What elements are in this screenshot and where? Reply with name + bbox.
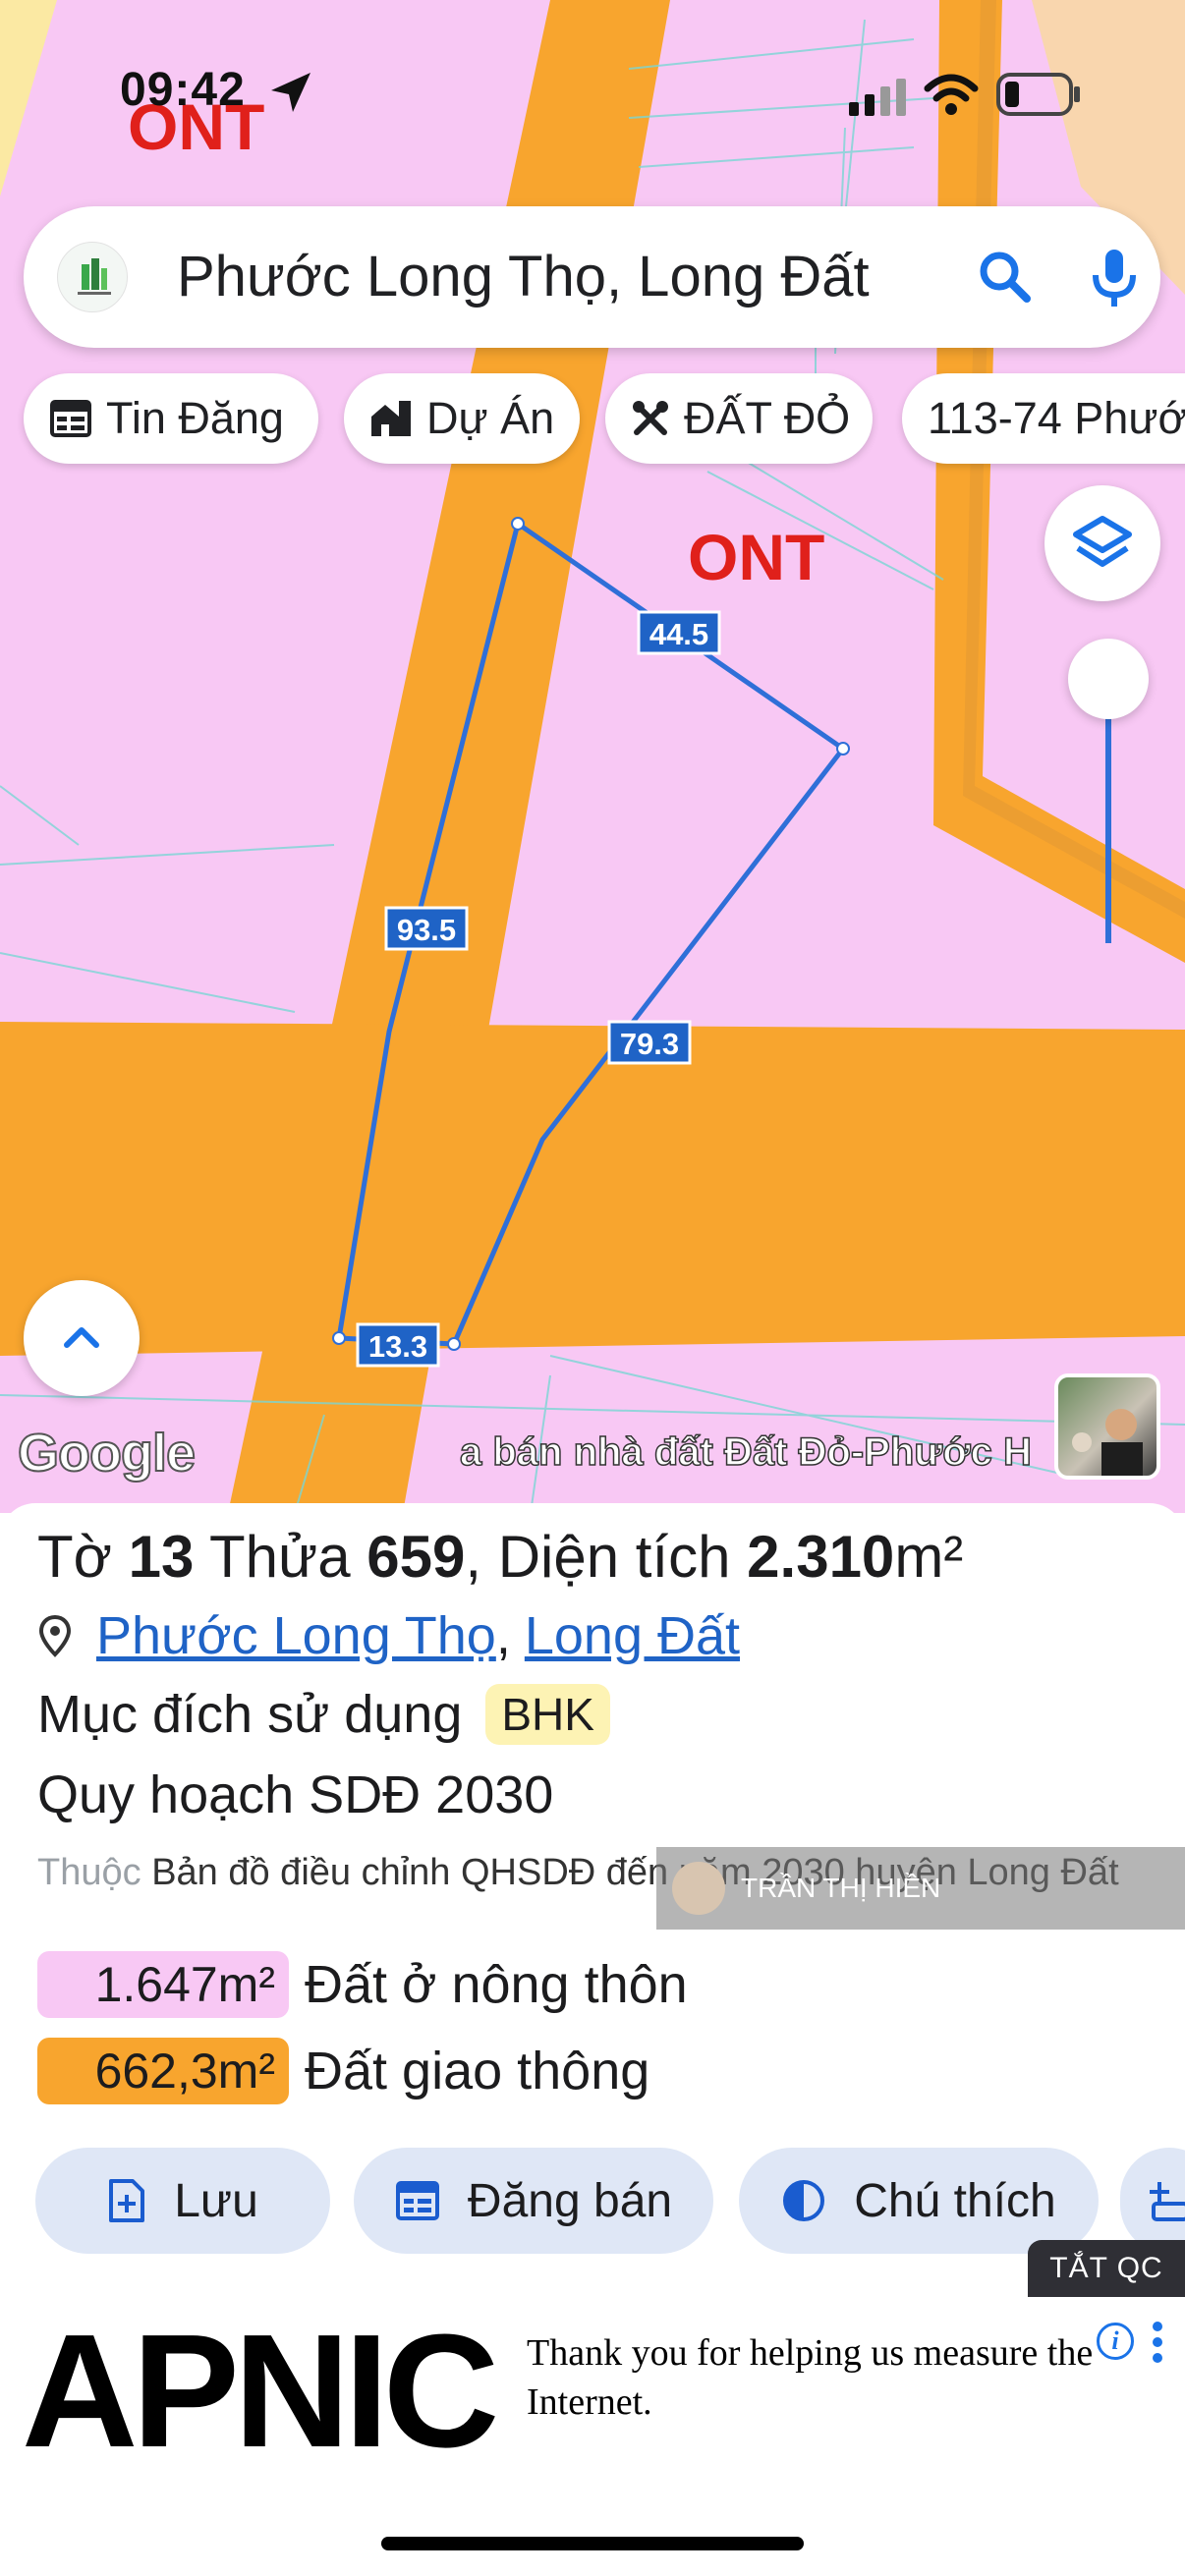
purpose-row: Mục đích sử dụng BHK xyxy=(37,1684,610,1745)
parcel-title: Tờ 13 Thửa 659, Diện tích 2.310m² xyxy=(37,1523,963,1591)
chip-dat-do[interactable]: ĐẤT ĐỎ xyxy=(605,373,873,464)
ad-text: Thank you for helping us measure the Int… xyxy=(527,2332,1094,2423)
location-pin-icon xyxy=(38,1614,72,1657)
chevron-up-icon xyxy=(64,1327,99,1348)
measurement-label: 44.5 xyxy=(637,610,721,655)
action-label: Chú thích xyxy=(854,2174,1056,2227)
legend-icon xyxy=(783,2180,825,2221)
sheet-number: 13 xyxy=(128,1524,195,1590)
ad-banner[interactable]: APNIC Thank you for helping us measure t… xyxy=(0,2309,1185,2472)
signal-icon xyxy=(849,79,906,116)
watermark-text: TRẦN THỊ HIỀN xyxy=(741,1873,941,1903)
plan-title: Quy hoạch SDĐ 2030 xyxy=(37,1765,554,1824)
wifi-icon xyxy=(924,74,979,115)
action-bar: Lưu Đăng bán Chú thích xyxy=(0,2148,1185,2256)
search-icon[interactable] xyxy=(970,242,1041,312)
location-separator: , xyxy=(495,1606,511,1665)
chip-address[interactable]: 113-74 Phước xyxy=(902,373,1185,464)
area-row-residential: 1.647m² Đất ở nông thôn xyxy=(37,1951,688,2018)
google-logo: Google xyxy=(17,1423,197,1484)
area-row-road: 662,3m² Đất giao thông xyxy=(37,2038,649,2104)
svg-text:13.3: 13.3 xyxy=(368,1329,427,1364)
post-sale-button[interactable]: Đăng bán xyxy=(354,2148,713,2254)
parcel-info-panel: Tờ 13 Thửa 659, Diện tích 2.310m² Phước … xyxy=(0,1503,1185,2309)
watermark: TRẦN THỊ HIỀN xyxy=(656,1847,1185,1930)
opacity-slider-handle[interactable] xyxy=(1068,639,1149,719)
project-icon xyxy=(371,401,411,436)
ticker-text: a bán nhà đất Đất Đỏ-Phước H xyxy=(460,1430,1033,1475)
area-label: , Diện tích xyxy=(465,1524,731,1590)
legend-button[interactable]: Chú thích xyxy=(739,2148,1099,2254)
chip-label: Dự Án xyxy=(426,393,555,443)
home-indicator[interactable] xyxy=(381,2537,804,2550)
status-time: 09:42 xyxy=(120,64,246,116)
area-value-chip: 662,3m² xyxy=(37,2038,289,2104)
area-value: 2.310 xyxy=(747,1524,895,1590)
purpose-label: Mục đích sử dụng xyxy=(37,1685,463,1744)
tools-icon xyxy=(633,401,668,435)
layers-icon xyxy=(1073,516,1132,567)
app-logo-icon[interactable] xyxy=(57,242,128,312)
area-value-chip: 1.647m² xyxy=(37,1951,289,2018)
chip-label: 113-74 Phước xyxy=(928,393,1185,443)
title-prefix: Tờ xyxy=(37,1524,112,1590)
action-label: Lưu xyxy=(174,2174,258,2227)
microphone-icon[interactable] xyxy=(1079,242,1150,312)
ad-info-icon[interactable]: i xyxy=(1097,2323,1134,2360)
close-ad-button[interactable]: TẮT QC xyxy=(1028,2240,1185,2297)
measurement-label: 79.3 xyxy=(607,1020,692,1065)
save-icon xyxy=(109,2179,145,2222)
ad-menu-icon[interactable] xyxy=(1152,2321,1163,2364)
listing-icon xyxy=(50,400,91,437)
post-icon xyxy=(395,2181,439,2220)
plot-label: Thửa xyxy=(209,1524,351,1590)
add-icon xyxy=(1150,2182,1185,2221)
chip-label: Tin Đăng xyxy=(106,393,284,443)
map-view[interactable]: ONT ONT 44.5 93.5 79.3 13.3 09:42 Phước … xyxy=(0,0,1185,1513)
plot-number: 659 xyxy=(367,1524,466,1590)
svg-text:79.3: 79.3 xyxy=(620,1027,679,1061)
save-button[interactable]: Lưu xyxy=(35,2148,330,2254)
search-bar[interactable]: Phước Long Thọ, Long Đất xyxy=(24,206,1160,348)
filter-chips: Tin Đăng Dự Án ĐẤT ĐỎ 113-74 Phước xyxy=(0,373,1185,468)
area-type-label: Đất giao thông xyxy=(305,2042,650,2100)
watermark-avatar xyxy=(672,1862,725,1915)
source-prefix: Thuộc xyxy=(37,1852,141,1893)
more-action-button[interactable] xyxy=(1120,2148,1185,2254)
action-label: Đăng bán xyxy=(467,2174,673,2227)
location-arrow-icon xyxy=(271,73,310,112)
zone-label: ONT xyxy=(688,521,824,593)
measurement-label: 13.3 xyxy=(356,1322,440,1368)
purpose-badge: BHK xyxy=(485,1684,610,1745)
layers-button[interactable] xyxy=(1044,485,1160,601)
district-link[interactable]: Long Đất xyxy=(525,1605,740,1666)
search-input[interactable]: Phước Long Thọ, Long Đất xyxy=(177,244,963,309)
measurement-label: 93.5 xyxy=(384,906,469,951)
location-row: Phước Long Thọ, Long Đất xyxy=(37,1605,740,1666)
chip-label: ĐẤT ĐỎ xyxy=(684,393,851,443)
ad-logo: APNIC xyxy=(22,2301,499,2481)
chip-tin-dang[interactable]: Tin Đăng xyxy=(24,373,318,464)
battery-icon xyxy=(996,73,1080,116)
area-type-label: Đất ở nông thôn xyxy=(305,1955,688,2014)
collapse-button[interactable] xyxy=(24,1280,140,1396)
ward-link[interactable]: Phước Long Thọ xyxy=(96,1605,496,1666)
chip-du-an[interactable]: Dự Án xyxy=(344,373,580,464)
area-unit: m² xyxy=(894,1524,964,1590)
status-bar: 09:42 xyxy=(0,0,1185,187)
avatar[interactable] xyxy=(1054,1373,1160,1480)
svg-text:44.5: 44.5 xyxy=(649,617,708,651)
svg-text:93.5: 93.5 xyxy=(397,913,456,947)
